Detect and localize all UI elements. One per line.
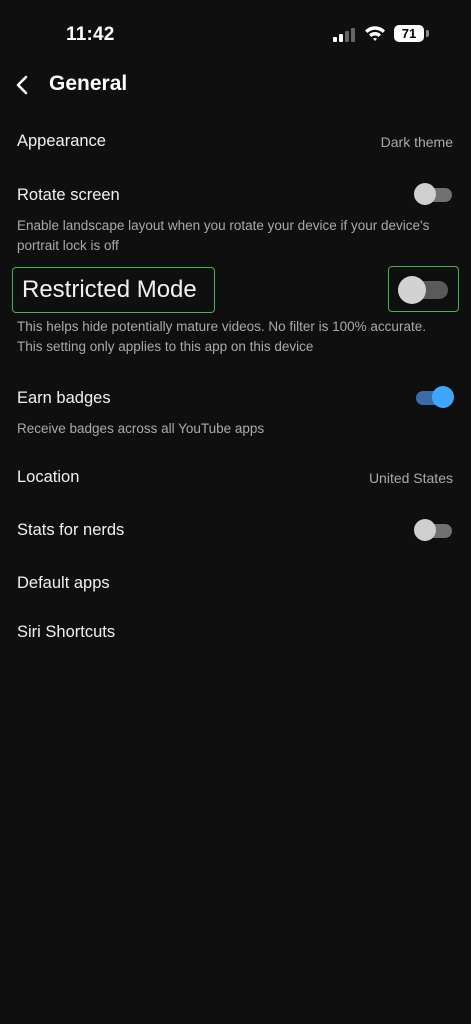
stats-for-nerds-toggle[interactable] xyxy=(414,519,454,541)
cellular-signal-icon xyxy=(333,27,357,42)
setting-rotate-screen-description: Enable landscape layout when you rotate … xyxy=(17,218,430,253)
setting-restricted-mode-title: Restricted Mode xyxy=(22,276,197,303)
setting-rotate-screen-title: Rotate screen xyxy=(17,186,120,204)
status-time: 11:42 xyxy=(66,24,115,45)
restricted-mode-toggle[interactable] xyxy=(398,276,450,304)
setting-location-value: United States xyxy=(368,470,453,486)
restricted-mode-toggle-box[interactable] xyxy=(388,266,459,312)
page-title: General xyxy=(49,72,128,95)
toggle-thumb xyxy=(398,276,426,304)
battery-level: 71 xyxy=(401,26,417,41)
setting-appearance-value: Dark theme xyxy=(380,134,453,150)
setting-location[interactable]: Location United States xyxy=(0,461,471,495)
setting-stats-for-nerds[interactable]: Stats for nerds xyxy=(0,514,471,548)
earn-badges-toggle[interactable] xyxy=(414,386,454,408)
setting-location-title: Location xyxy=(17,468,80,486)
setting-appearance[interactable]: Appearance Dark theme xyxy=(0,124,471,158)
setting-default-apps-title: Default apps xyxy=(17,574,110,592)
back-button[interactable] xyxy=(8,68,38,102)
header: General xyxy=(0,62,471,108)
setting-default-apps[interactable]: Default apps xyxy=(0,567,471,601)
setting-siri-shortcuts-title: Siri Shortcuts xyxy=(17,623,116,641)
wifi-icon xyxy=(365,26,385,41)
setting-restricted-mode-description: This helps hide potentially mature video… xyxy=(17,319,426,354)
toggle-thumb xyxy=(414,519,436,541)
setting-stats-for-nerds-title: Stats for nerds xyxy=(17,521,125,539)
setting-earn-badges-description: Receive badges across all YouTube apps xyxy=(17,421,265,436)
setting-earn-badges[interactable]: Earn badges Receive badges across all Yo… xyxy=(0,381,471,441)
rotate-screen-toggle[interactable] xyxy=(414,183,454,205)
battery-icon: 71 xyxy=(394,25,424,42)
chevron-left-icon xyxy=(16,75,28,95)
toggle-thumb xyxy=(414,183,436,205)
screen: 11:42 71 General Appearance Dark theme R… xyxy=(0,0,471,1024)
setting-appearance-title: Appearance xyxy=(17,132,106,150)
setting-siri-shortcuts[interactable]: Siri Shortcuts xyxy=(0,616,471,650)
status-bar: 11:42 71 xyxy=(0,0,471,70)
battery-cap xyxy=(426,30,429,37)
toggle-thumb xyxy=(432,386,454,408)
setting-rotate-screen[interactable]: Rotate screen Enable landscape layout wh… xyxy=(0,178,471,258)
restricted-mode-label-box[interactable]: Restricted Mode xyxy=(12,267,215,313)
setting-earn-badges-title: Earn badges xyxy=(17,389,111,407)
